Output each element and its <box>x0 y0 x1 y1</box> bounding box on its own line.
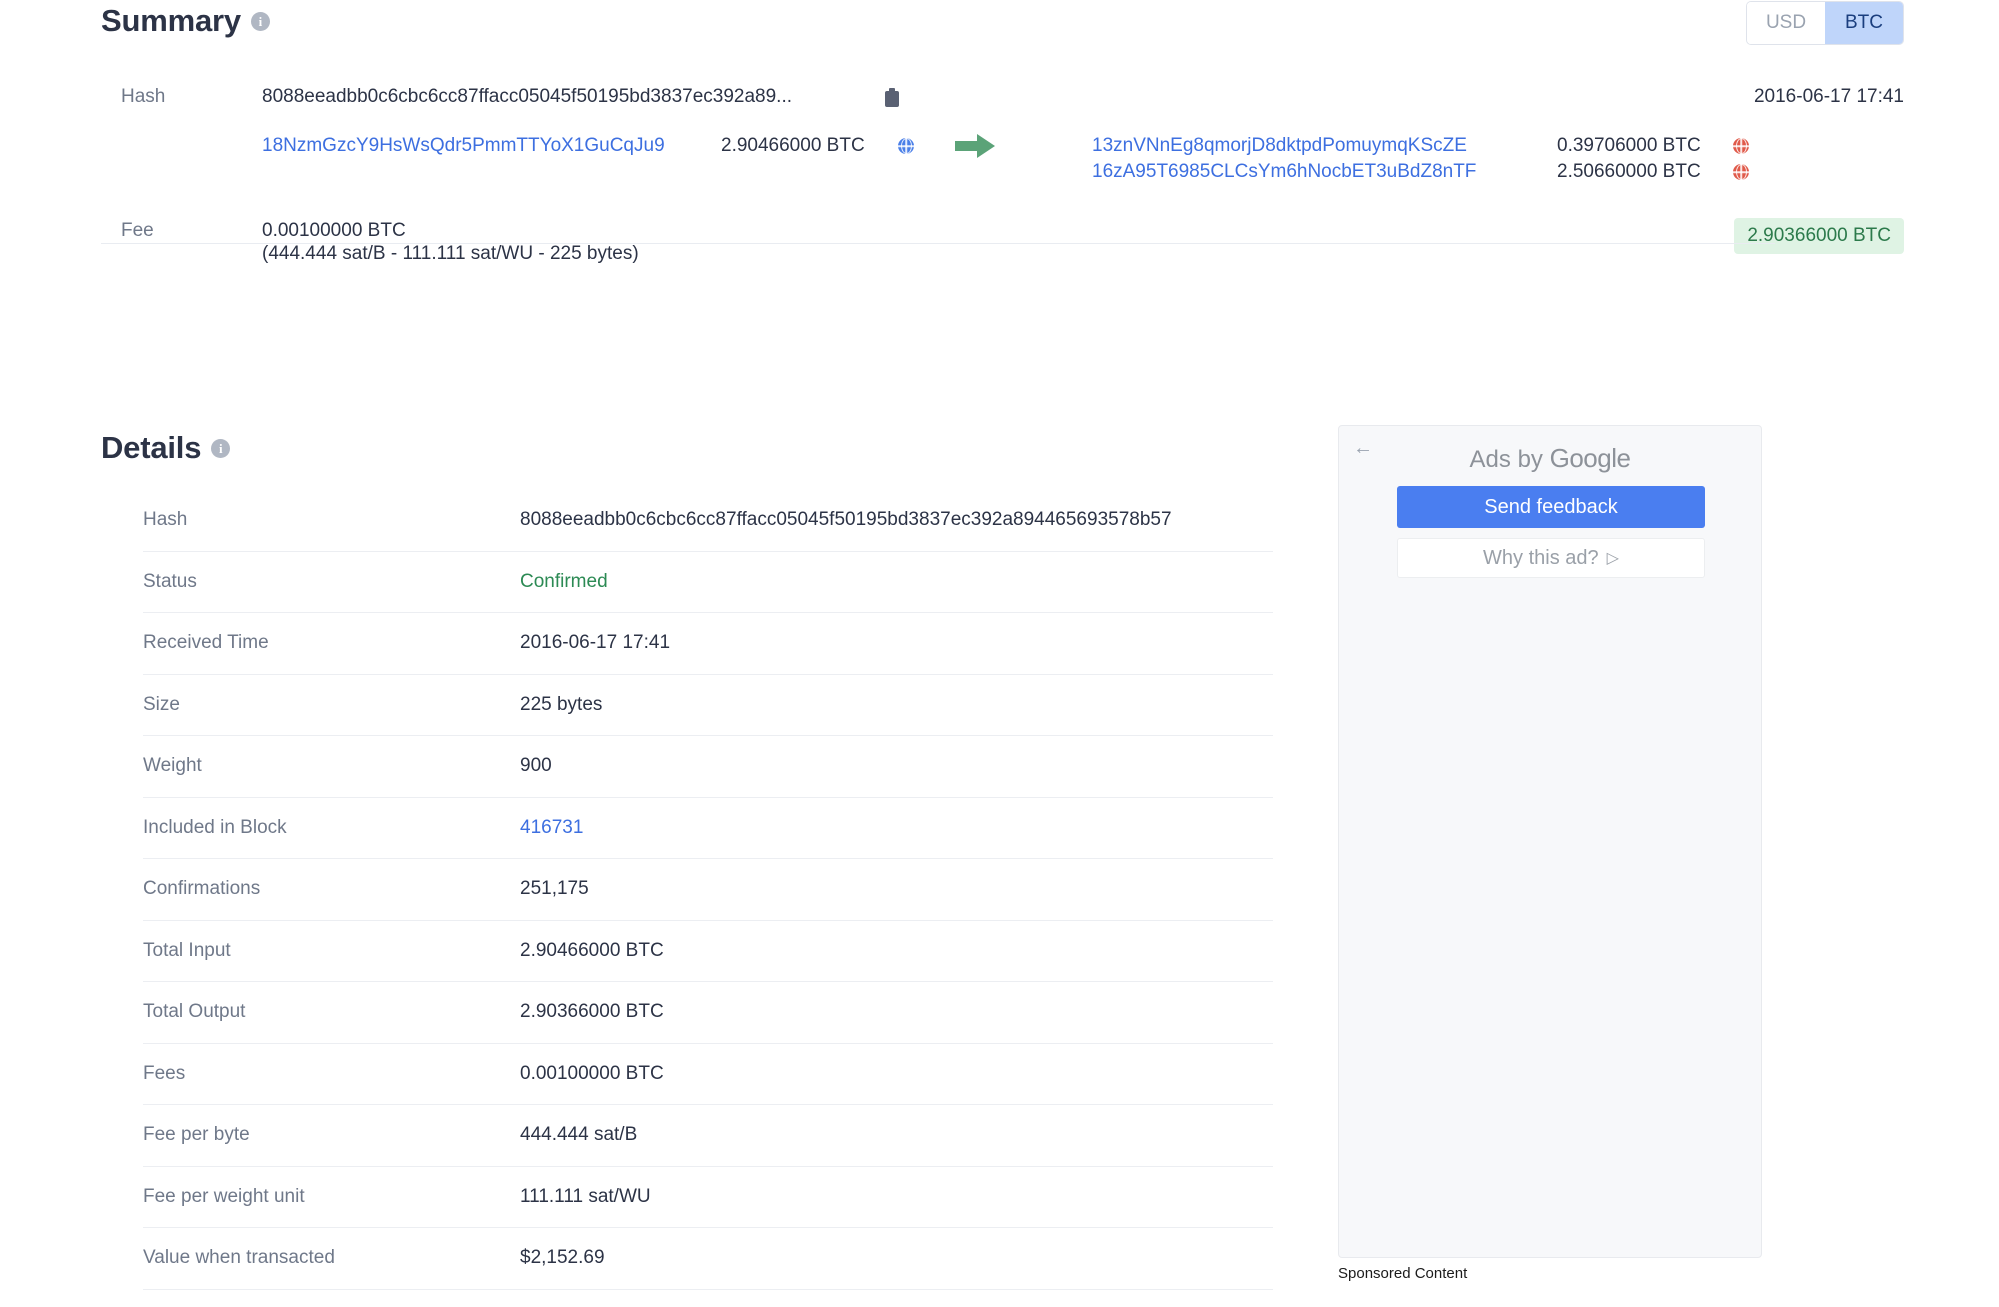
details-row-value: 2016-06-17 17:41 <box>520 632 671 654</box>
play-triangle-icon: ▷ <box>1606 550 1619 567</box>
details-header: Details i <box>101 430 231 466</box>
details-row-label: Fees <box>143 1062 186 1084</box>
output-amount-1: 0.39706000 BTC <box>1557 135 1701 156</box>
why-this-ad-button[interactable]: Why this ad? ▷ <box>1397 538 1705 578</box>
details-row-value-link[interactable]: 416731 <box>520 817 583 839</box>
summary-io-row: 18NzmGzcY9HsWsQdr5PmmTTYoX1GuCqJu9 2.904… <box>0 134 1999 220</box>
details-row-value: Confirmed <box>520 570 608 592</box>
summary-hash-row: Hash 8088eeadbb0c6cbc6cc87ffacc05045f501… <box>0 86 1999 134</box>
summary-fee-label: Fee <box>121 220 154 241</box>
details-row-value: $2,152.69 <box>520 1247 605 1269</box>
clipboard-icon[interactable] <box>885 88 899 107</box>
send-feedback-button[interactable]: Send feedback <box>1397 486 1705 528</box>
details-row-value: 444.444 sat/B <box>520 1124 638 1146</box>
details-row-value: 2.90466000 BTC <box>520 939 664 961</box>
details-row-label: Fee per byte <box>143 1124 250 1146</box>
details-row: Weight 900 <box>143 736 1273 798</box>
details-row: Fees 0.00100000 BTC <box>143 1044 1273 1105</box>
currency-toggle[interactable]: USD BTC <box>1746 1 1904 45</box>
output-address-link-1[interactable]: 13znVNnEg8qmorjD8dktpdPomuymqKScZE <box>1092 135 1467 157</box>
details-row: Included in Block 416731 <box>143 798 1273 859</box>
summary-fee-amount: 0.00100000 BTC <box>262 220 406 241</box>
details-row-value: 225 bytes <box>520 693 603 715</box>
summary-divider <box>101 243 1775 244</box>
details-row-value: 900 <box>520 755 552 777</box>
currency-btc-button[interactable]: BTC <box>1825 2 1903 44</box>
details-row-value: 2.90366000 BTC <box>520 1001 664 1023</box>
details-row: Status Confirmed <box>143 552 1273 613</box>
details-row-value: 8088eeadbb0c6cbc6cc87ffacc05045f50195bd3… <box>520 509 1172 531</box>
output-amount-2: 2.50660000 BTC <box>1557 161 1701 182</box>
ads-by-google-label: Ads by Google <box>1339 443 1761 474</box>
details-row-value: 111.111 sat/WU <box>520 1185 651 1207</box>
details-row-label: Total Input <box>143 939 231 961</box>
page-title: Summary <box>101 3 241 38</box>
details-row-label: Fee per weight unit <box>143 1185 305 1207</box>
details-title: Details <box>101 430 202 465</box>
details-row: Fee per byte 444.444 sat/B <box>143 1105 1273 1167</box>
info-icon[interactable]: i <box>250 11 270 31</box>
details-row: Value when transacted $2,152.69 <box>143 1228 1273 1290</box>
details-row: Size 225 bytes <box>143 675 1273 736</box>
google-wordmark: Google <box>1549 443 1631 473</box>
globe-icon-blue[interactable] <box>898 138 914 154</box>
sponsored-content-label: Sponsored Content <box>1338 1265 1468 1282</box>
details-row: Received Time 2016-06-17 17:41 <box>143 613 1273 675</box>
input-amount: 2.90466000 BTC <box>721 135 865 156</box>
details-table: Hash 8088eeadbb0c6cbc6cc87ffacc05045f5019… <box>143 490 1273 1290</box>
details-row-label: Size <box>143 693 180 715</box>
details-row-label: Status <box>143 570 197 592</box>
summary-fee-row: Fee 0.00100000 BTC (444.444 sat/B - 111.… <box>0 218 1999 280</box>
details-row-label: Value when transacted <box>143 1247 335 1269</box>
arrow-right-icon <box>955 133 997 159</box>
summary-timestamp: 2016-06-17 17:41 <box>1753 86 1904 107</box>
ads-by-text: Ads by <box>1469 446 1550 473</box>
details-row-value: 251,175 <box>520 878 589 900</box>
summary-total-badge: 2.90366000 BTC <box>1734 218 1904 254</box>
details-row: Confirmations 251,175 <box>143 859 1273 921</box>
summary-hash-label: Hash <box>121 86 166 107</box>
output-address-link-2[interactable]: 16zA95T6985CLCsYm6hNocbET3uBdZ8nTF <box>1092 161 1476 183</box>
summary-header: Summary i <box>101 3 270 39</box>
details-info-icon[interactable]: i <box>211 438 231 458</box>
globe-icon-red-2[interactable] <box>1733 164 1749 180</box>
input-address-link[interactable]: 18NzmGzcY9HsWsQdr5PmmTTYoX1GuCqJu9 <box>262 135 665 157</box>
details-row-label: Received Time <box>143 632 269 654</box>
globe-icon-red-1[interactable] <box>1733 138 1749 154</box>
summary-body: Hash 8088eeadbb0c6cbc6cc87ffacc05045f501… <box>0 86 1999 280</box>
details-row-label: Hash <box>143 509 188 531</box>
details-row-label: Included in Block <box>143 816 287 838</box>
why-this-ad-label: Why this ad? <box>1483 546 1599 569</box>
details-row: Total Output 2.90366000 BTC <box>143 982 1273 1044</box>
details-row: Hash 8088eeadbb0c6cbc6cc87ffacc05045f5019… <box>143 490 1273 552</box>
currency-usd-button[interactable]: USD <box>1747 2 1825 44</box>
details-row-label: Weight <box>143 755 202 777</box>
ad-panel: ← Ads by Google Send feedback Why this a… <box>1338 425 1762 1258</box>
details-row-value: 0.00100000 BTC <box>520 1062 664 1084</box>
details-row-label: Total Output <box>143 1001 246 1023</box>
details-row-label: Confirmations <box>143 878 261 900</box>
details-row: Fee per weight unit 111.111 sat/WU <box>143 1167 1273 1228</box>
transaction-page: Summary i USD BTC Hash 8088eeadbb0c6cbc6… <box>0 0 1999 1307</box>
details-row: Total Input 2.90466000 BTC <box>143 921 1273 982</box>
summary-fee-detail: (444.444 sat/B - 111.111 sat/WU - 225 by… <box>262 243 639 264</box>
summary-hash-value: 8088eeadbb0c6cbc6cc87ffacc05045f50195bd3… <box>262 86 793 107</box>
